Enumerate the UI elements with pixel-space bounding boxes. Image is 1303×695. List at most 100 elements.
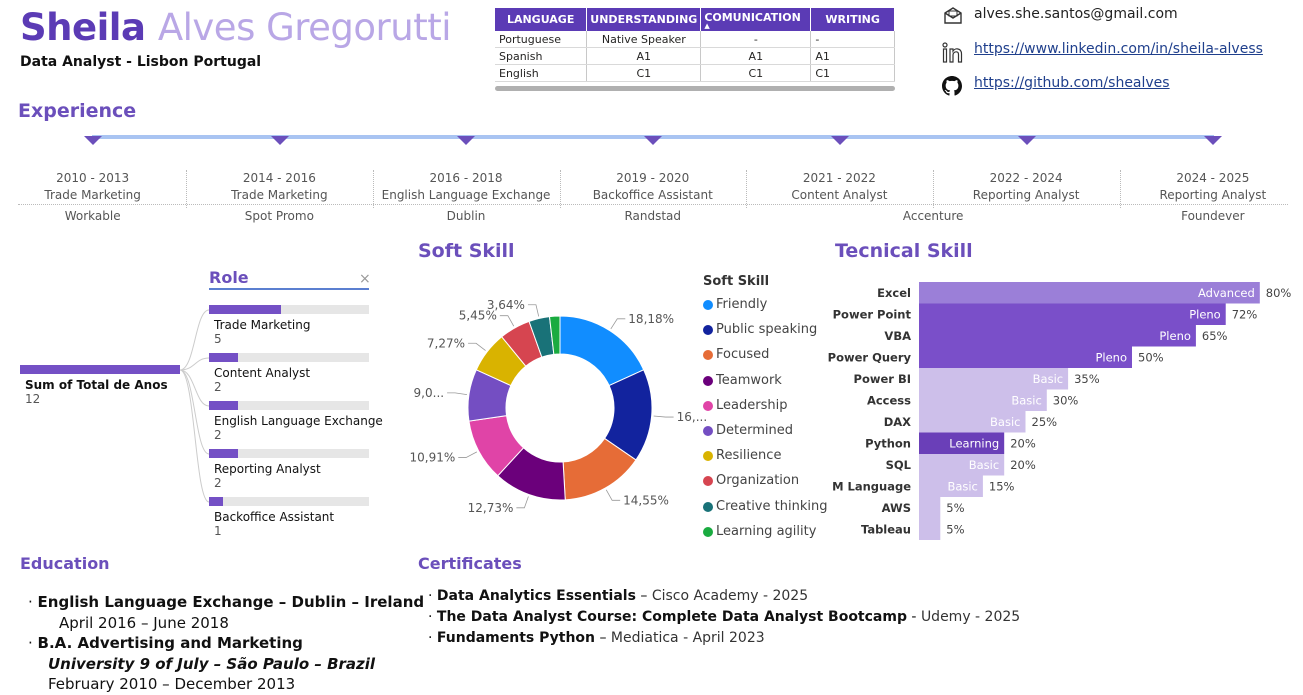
table-horizontal-scrollbar[interactable] — [495, 86, 895, 91]
table-cell: C1 — [700, 64, 812, 82]
timeline-separator — [559, 170, 561, 208]
legend-item[interactable]: Focused — [703, 342, 827, 367]
legend-dot-icon — [703, 425, 713, 436]
timeline-separator — [933, 170, 935, 208]
experience-company: Spot Promo — [244, 209, 314, 223]
table-cell: C1 — [810, 64, 895, 82]
legend-item[interactable]: Leadership — [703, 393, 827, 418]
experience-item: 2021 - 2022 Content Analyst — [746, 170, 932, 208]
legend-item[interactable]: Organization — [703, 468, 827, 493]
role-filter-header[interactable]: Role — [209, 268, 369, 290]
certificates-title: Certificates — [418, 554, 522, 573]
legend-label: Focused — [716, 347, 770, 363]
skill-bar[interactable] — [919, 303, 1226, 326]
col-comunication[interactable]: COMUNICATION ▲ — [700, 8, 812, 31]
sum-label: Sum of Total de Anos — [25, 378, 168, 392]
experience-role: Content Analyst — [791, 188, 888, 202]
legend-item[interactable]: Teamwork — [703, 368, 827, 393]
cert-issuer: Udemy - 2025 — [920, 609, 1021, 625]
timeline-marker — [270, 136, 289, 145]
sum-value: 12 — [25, 392, 41, 406]
candidate-name: Sheila Alves Gregorutti — [20, 6, 452, 49]
value-label: 30% — [1053, 394, 1079, 408]
degree: English Language Exchange – Dublin – Ire… — [37, 593, 425, 611]
donut-leader-line — [499, 315, 515, 327]
donut-data-label: 18,18% — [628, 312, 674, 326]
level-label: Pleno — [1095, 351, 1127, 365]
donut-data-label: 12,73% — [468, 501, 514, 515]
timeline-marker — [830, 136, 849, 145]
level-label: Basic — [969, 458, 999, 472]
role-label: Reporting Analyst — [214, 462, 321, 476]
skill-bar[interactable] — [919, 325, 1196, 347]
timeline-separator — [373, 170, 375, 208]
table-row: English C1 C1 C1 — [495, 64, 895, 82]
legend-label: Teamwork — [716, 372, 782, 388]
donut-leader-line — [516, 496, 529, 509]
sum-bar[interactable] — [20, 365, 180, 374]
cert-sep: - — [906, 609, 921, 625]
legend-item[interactable]: Friendly — [703, 292, 827, 317]
cert-issuer: Mediatica - April 2023 — [610, 630, 765, 646]
experience-period: 2024 - 2025 — [1176, 171, 1250, 185]
experience-company: Foundever — [1181, 209, 1245, 223]
experience-role: Trade Marketing — [231, 188, 328, 202]
legend-item[interactable]: Determined — [703, 418, 827, 443]
education-title: Education — [20, 554, 110, 573]
experience-title: Experience — [18, 100, 137, 122]
table-row: Spanish A1 A1 A1 — [495, 47, 895, 65]
role-label: Content Analyst — [214, 366, 311, 380]
role-bar-track — [209, 401, 369, 410]
category-label: DAX — [884, 415, 911, 429]
timeline-separator — [186, 170, 188, 208]
cert-issuer: Cisco Academy - 2025 — [651, 588, 809, 604]
level-label: Advanced — [1198, 286, 1255, 300]
legend-item[interactable]: Resilience — [703, 443, 827, 468]
table-cell: C1 — [586, 64, 702, 82]
close-icon[interactable]: × — [359, 271, 371, 287]
table-cell: English — [495, 64, 588, 82]
legend-item[interactable]: Public speaking — [703, 317, 827, 342]
level-label: Basic — [947, 480, 977, 494]
timeline-marker — [1017, 136, 1036, 145]
legend-item[interactable]: Creative thinking — [703, 494, 827, 519]
experience-period: 2010 - 2013 — [56, 171, 130, 185]
envelope-icon — [944, 7, 962, 24]
donut-data-label: 3,64% — [487, 298, 525, 312]
legend-label: Determined — [716, 422, 793, 438]
linkedin-icon — [942, 42, 963, 63]
level-label: Basic — [990, 415, 1020, 429]
legend-dot-icon — [703, 300, 713, 310]
skill-bar[interactable] — [919, 497, 941, 519]
soft-skill-title: Soft Skill — [418, 240, 515, 262]
experience-company: Randstad — [624, 209, 682, 223]
col-writing[interactable]: WRITING — [810, 8, 895, 31]
col-language[interactable]: LANGUAGE — [495, 8, 588, 31]
list-item: · The Data Analyst Course: Complete Data… — [428, 609, 1021, 625]
col-understanding[interactable]: UNDERSTANDING — [586, 8, 702, 31]
donut-leader-line — [653, 415, 674, 418]
category-label: Power Point — [833, 308, 912, 322]
legend-dot-icon — [703, 325, 713, 336]
value-label: 72% — [1232, 308, 1258, 322]
category-label: VBA — [884, 329, 911, 343]
experience-item: 2024 - 2025 Reporting Analyst Foundever — [1120, 170, 1303, 225]
value-label: 50% — [1138, 351, 1164, 365]
skill-bar[interactable] — [919, 518, 941, 541]
github-link[interactable]: https://github.com/shealves — [974, 75, 1170, 91]
last-name: Alves Gregorutti — [157, 6, 452, 49]
legend-label: Learning agility — [716, 523, 817, 539]
legend-item[interactable]: Learning agility — [703, 519, 827, 544]
role-value: 2 — [214, 380, 222, 394]
cert-sep: – — [635, 588, 652, 604]
value-label: 80% — [1266, 286, 1292, 300]
donut-data-label: 9,0... — [414, 386, 445, 400]
degree: B.A. Advertising and Marketing — [37, 634, 303, 652]
school: University 9 of July – São Paulo – Brazi… — [48, 654, 376, 673]
value-label: 5% — [946, 501, 964, 515]
linkedin-link[interactable]: https://www.linkedin.com/in/sheila-alves… — [974, 41, 1263, 57]
dates: April 2016 – June 2018 — [59, 613, 229, 632]
donut-data-label: 10,91% — [410, 450, 455, 464]
candidate-subtitle: Data Analyst - Lisbon Portugal — [20, 54, 262, 70]
cert-sep: – — [595, 630, 611, 646]
